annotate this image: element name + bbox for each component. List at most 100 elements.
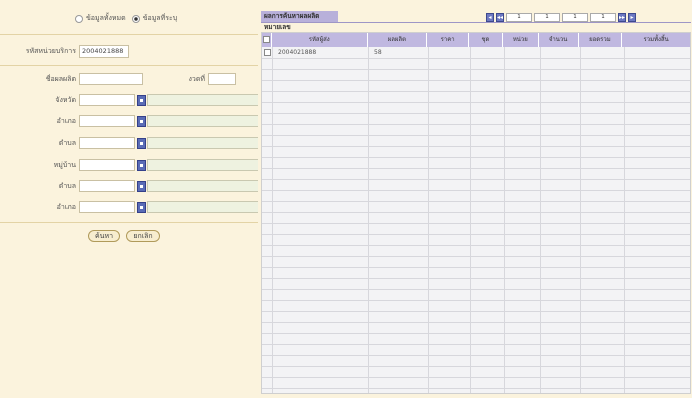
- table-cell: 2004021888: [278, 49, 317, 56]
- column-divider: [368, 47, 369, 393]
- radio-icon[interactable]: [131, 14, 140, 23]
- next-page-icon[interactable]: ▸▸: [618, 12, 626, 22]
- column-header-select[interactable]: [262, 33, 272, 47]
- lookup-code-field[interactable]: [79, 115, 135, 127]
- divider: [0, 222, 258, 223]
- row-divider: [262, 322, 690, 323]
- row-divider: [262, 388, 690, 389]
- lookup-code-field[interactable]: [79, 94, 135, 106]
- search-mode-specified[interactable]: ข้อมูลที่ระบุ: [131, 13, 177, 24]
- row-divider: [262, 91, 690, 92]
- column-divider: [428, 47, 429, 393]
- tab-underline: [261, 22, 691, 23]
- column-header[interactable]: รวมทั้งสิ้น: [622, 33, 690, 47]
- column-divider: [504, 47, 505, 393]
- service-code-field[interactable]: 2004021888: [79, 45, 129, 58]
- column-divider: [580, 47, 581, 393]
- row-divider: [262, 135, 690, 136]
- prev-page-icon[interactable]: ◂◂: [496, 12, 504, 22]
- column-divider: [624, 47, 625, 393]
- table-header: รหัสผู้ส่ง ผลผลิต ราคา ชุด หน่วย จำนวน ย…: [262, 33, 690, 47]
- lookup-name-field: [147, 180, 259, 192]
- row-divider: [262, 157, 690, 158]
- row-divider: [262, 179, 690, 180]
- column-header[interactable]: หน่วย: [503, 33, 539, 47]
- lookup-code-field[interactable]: [79, 159, 135, 171]
- lookup-icon[interactable]: [137, 180, 146, 192]
- row-divider: [262, 333, 690, 334]
- lookup-row-3: ตำบล: [4, 137, 259, 149]
- page-box[interactable]: 1: [562, 12, 588, 22]
- pagination-bar: ◂ ◂◂ 1 1 1 1 ▸▸ ▸: [486, 12, 636, 22]
- lookup-label: จังหวัด: [55, 95, 76, 104]
- lookup-row-1: จังหวัด: [4, 94, 259, 106]
- lookup-row-4: หมู่บ้าน: [4, 159, 259, 171]
- month-field[interactable]: [208, 73, 236, 85]
- row-divider: [262, 267, 690, 268]
- row-divider: [262, 113, 690, 114]
- row-divider: [262, 58, 690, 59]
- lookup-name-field: [147, 201, 259, 213]
- page-input[interactable]: 1: [506, 12, 532, 22]
- product-label: ชื่อผลผลิต: [45, 74, 76, 83]
- search-panel: ข้อมูลทั้งหมด ข้อมูลที่ระบุ รหัสหน่วยบริ…: [0, 0, 259, 398]
- search-button[interactable]: ค้นหา: [88, 230, 120, 242]
- lookup-icon[interactable]: [137, 159, 146, 171]
- column-header[interactable]: จำนวน: [539, 33, 579, 47]
- select-all-checkbox[interactable]: [262, 36, 270, 43]
- row-divider: [262, 289, 690, 290]
- row-divider: [262, 344, 690, 345]
- service-code-label: รหัสหน่วยบริการ: [25, 47, 76, 55]
- results-table: รหัสผู้ส่ง ผลผลิต ราคา ชุด หน่วย จำนวน ย…: [261, 32, 691, 394]
- radio-icon[interactable]: [75, 14, 83, 23]
- row-divider: [262, 300, 690, 301]
- divider: [0, 65, 258, 66]
- row-divider: [262, 69, 690, 70]
- lookup-label: อำเภอ: [56, 116, 76, 125]
- row-divider: [262, 190, 690, 191]
- last-page-icon[interactable]: ▸: [628, 12, 636, 22]
- column-header[interactable]: ยอดรวม: [579, 33, 623, 47]
- lookup-name-field: [147, 159, 259, 171]
- clear-button[interactable]: ยกเลิก: [126, 230, 160, 242]
- lookup-row-2: อำเภอ: [4, 115, 259, 127]
- service-code-row: รหัสหน่วยบริการ 2004021888: [4, 45, 129, 58]
- page-box[interactable]: 1: [590, 12, 616, 22]
- column-divider: [272, 47, 273, 393]
- lookup-code-field[interactable]: [79, 201, 135, 213]
- lookup-code-field[interactable]: [79, 137, 135, 149]
- column-header[interactable]: ชุด: [469, 33, 503, 47]
- checkbox-icon[interactable]: [264, 49, 271, 56]
- lookup-name-field: [147, 94, 259, 106]
- results-panel: ผลการค้นหาผลผลิตหมายเลข ◂ ◂◂ 1 1 1 1 ▸▸ …: [258, 0, 692, 398]
- row-divider: [262, 168, 690, 169]
- table-cell: 58: [374, 49, 382, 56]
- page-box[interactable]: 1: [534, 12, 560, 22]
- column-divider: [540, 47, 541, 393]
- lookup-icon[interactable]: [137, 201, 146, 213]
- lookup-icon[interactable]: [137, 115, 146, 127]
- column-header[interactable]: ราคา: [427, 33, 470, 47]
- row-divider: [262, 377, 690, 378]
- row-divider: [262, 278, 690, 279]
- row-divider: [262, 245, 690, 246]
- row-divider: [262, 146, 690, 147]
- product-field[interactable]: [79, 73, 143, 85]
- search-mode-all[interactable]: ข้อมูลทั้งหมด: [75, 13, 126, 24]
- row-divider: [262, 212, 690, 213]
- row-divider: [262, 80, 690, 81]
- search-mode-group: ข้อมูลทั้งหมด ข้อมูลที่ระบุ: [75, 13, 177, 24]
- row-divider: [262, 311, 690, 312]
- column-header[interactable]: ผลผลิต: [368, 33, 428, 47]
- lookup-row-5: ตำบล: [4, 180, 259, 192]
- column-header[interactable]: รหัสผู้ส่ง: [272, 33, 368, 47]
- row-divider: [262, 355, 690, 356]
- lookup-name-field: [147, 115, 259, 127]
- row-divider: [262, 124, 690, 125]
- lookup-icon[interactable]: [137, 137, 146, 149]
- results-tab[interactable]: ผลการค้นหาผลผลิตหมายเลข: [261, 11, 338, 31]
- lookup-icon[interactable]: [137, 94, 146, 106]
- lookup-row-6: อำเภอ: [4, 201, 259, 213]
- first-page-icon[interactable]: ◂: [486, 12, 494, 22]
- lookup-code-field[interactable]: [79, 180, 135, 192]
